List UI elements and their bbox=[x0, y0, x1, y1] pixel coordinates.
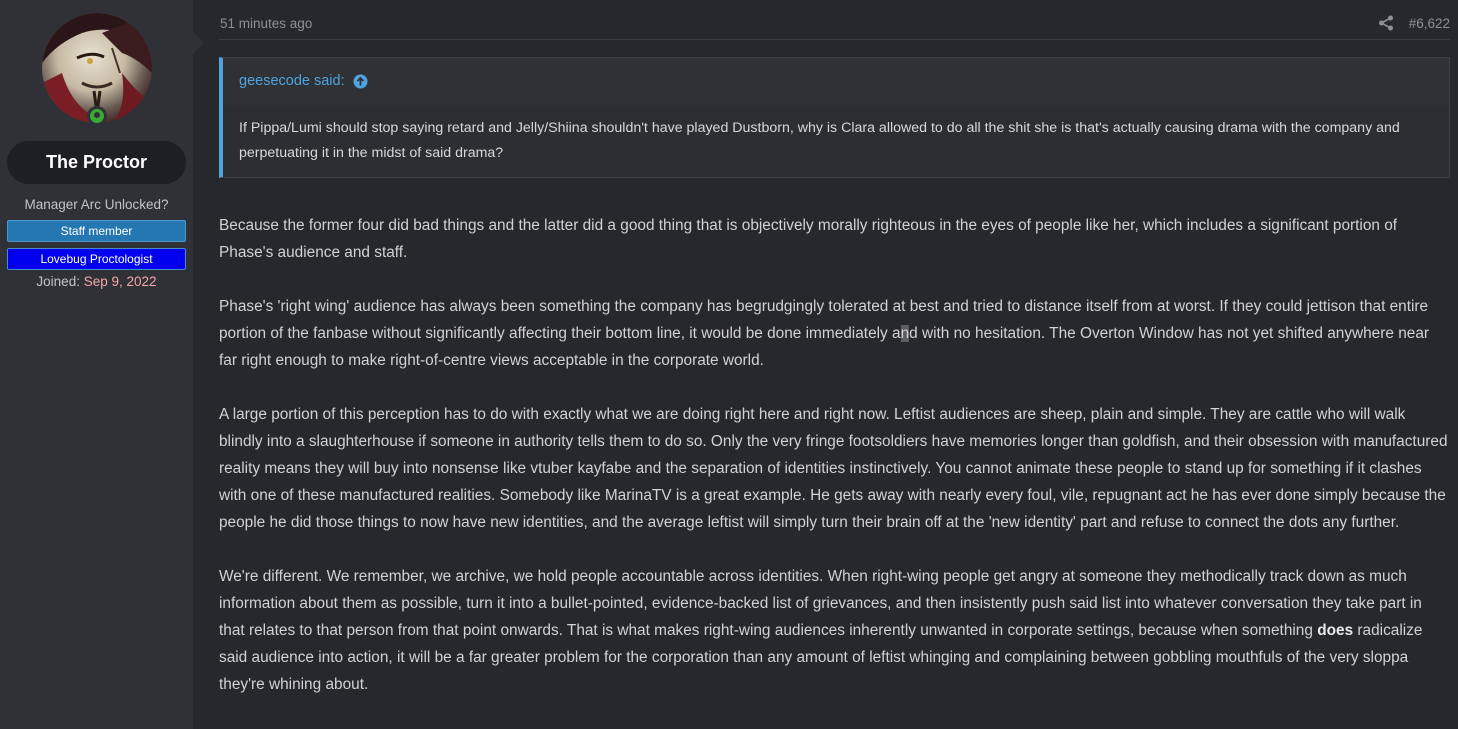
post-timestamp[interactable]: 51 minutes ago bbox=[220, 16, 312, 31]
paragraph-2: Phase's 'right wing' audience has always… bbox=[219, 293, 1450, 374]
paragraph-1: Because the former four did bad things a… bbox=[219, 217, 1398, 261]
user-title: Manager Arc Unlocked? bbox=[24, 197, 169, 212]
user-info-column: The Proctor Manager Arc Unlocked? Staff … bbox=[0, 0, 193, 729]
forum-post: The Proctor Manager Arc Unlocked? Staff … bbox=[0, 0, 1458, 729]
paragraph-4-part-a: We're different. We remember, we archive… bbox=[219, 568, 1422, 639]
post-body: Because the former four did bad things a… bbox=[219, 212, 1450, 725]
paragraph-4-bold: does bbox=[1317, 622, 1354, 639]
post-header: 51 minutes ago #6,622 bbox=[219, 14, 1450, 40]
quote-text: If Pippa/Lumi should stop saying retard … bbox=[239, 120, 1400, 161]
joined-label: Joined: bbox=[36, 274, 80, 289]
staff-member-banner: Staff member bbox=[7, 220, 186, 242]
username-button[interactable]: The Proctor bbox=[7, 141, 186, 184]
lovebug-proctologist-banner: Lovebug Proctologist bbox=[7, 248, 186, 270]
text-selection-highlight: n bbox=[900, 325, 910, 342]
quote-author-link[interactable]: geesecode said: bbox=[239, 73, 345, 89]
share-icon[interactable] bbox=[1378, 15, 1394, 31]
joined-info: Joined: Sep 9, 2022 bbox=[0, 274, 193, 289]
paragraph-3: A large portion of this perception has t… bbox=[219, 406, 1448, 531]
quote-header: geesecode said: bbox=[223, 58, 1449, 105]
arrow-up-circle-icon[interactable] bbox=[353, 74, 368, 89]
quote-block: geesecode said: If Pippa/Lumi should sto… bbox=[219, 57, 1450, 178]
paragraph-4: We're different. We remember, we archive… bbox=[219, 563, 1450, 698]
online-indicator-icon bbox=[87, 106, 107, 126]
user-column-arrow bbox=[193, 32, 204, 54]
post-number-link[interactable]: #6,622 bbox=[1409, 16, 1450, 31]
joined-date: Sep 9, 2022 bbox=[83, 274, 157, 289]
